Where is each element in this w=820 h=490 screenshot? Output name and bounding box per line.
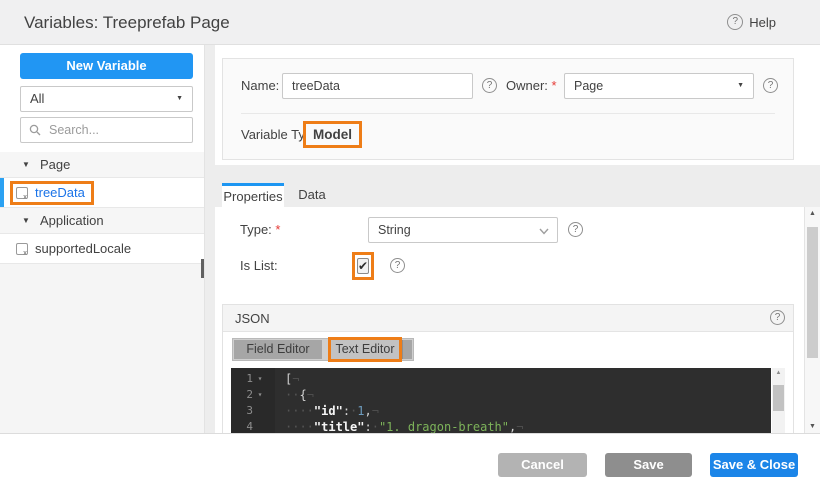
scroll-up-icon[interactable]: ▲ [805, 210, 820, 217]
new-variable-button[interactable]: New Variable [20, 53, 193, 79]
help-link[interactable]: ? Help [727, 14, 776, 30]
filter-selected-value: All [30, 87, 44, 111]
search-placeholder: Search... [49, 118, 99, 142]
variable-filter-select[interactable]: All ▼ [20, 86, 193, 112]
is-list-help-icon[interactable]: ? [390, 258, 405, 273]
sidebar-scrollbar-thumb[interactable] [201, 259, 204, 278]
tree-group-label: Page [40, 152, 70, 178]
tree-item-label: supportedLocale [35, 234, 131, 264]
panel-scrollbar[interactable]: ▲ ▼ [804, 207, 820, 433]
type-help-icon[interactable]: ? [568, 222, 583, 237]
dialog-header: Variables: Treeprefab Page ? Help [0, 0, 820, 45]
collapse-caret-icon: ▼ [22, 208, 30, 234]
save-close-button[interactable]: Save & Close [710, 453, 798, 477]
variable-summary-section: Name: * treeData ? Owner: * Page ▼ ? Var… [215, 45, 820, 165]
owner-selected-value: Page [574, 74, 603, 98]
tree-item-supportedlocale[interactable]: x supportedLocale [0, 234, 204, 264]
name-help-icon[interactable]: ? [482, 78, 497, 93]
annotation-highlight-texteditor: Text Editor [328, 337, 402, 362]
variable-icon: x [16, 187, 28, 199]
divider [241, 113, 775, 114]
variable-detail-panel: Name: * treeData ? Owner: * Page ▼ ? Var… [215, 45, 820, 433]
field-editor-button[interactable]: Field Editor [234, 340, 322, 359]
help-icon: ? [727, 14, 743, 30]
json-code-editor[interactable]: 1▾2▾34 [¬··{¬····"id":·1,¬····"title":·"… [231, 368, 771, 433]
chevron-down-icon: ▼ [176, 87, 183, 111]
tree-item-label: treeData [35, 178, 85, 208]
json-section-title: JSON [235, 305, 270, 332]
tree-item-treedata[interactable]: x treeData [0, 178, 204, 208]
gutter-line: 4 [231, 419, 275, 433]
chevron-down-icon [539, 228, 549, 235]
is-list-label: Is List: [240, 253, 278, 279]
editor-mode-toggle: Field Editor Text Editor [232, 338, 414, 361]
dialog-footer: Cancel Save Save & Close [0, 433, 820, 490]
json-section-header: JSON ? [223, 305, 793, 332]
page-title: Variables: Treeprefab Page [24, 0, 230, 45]
variable-summary-card: Name: * treeData ? Owner: * Page ▼ ? Var… [222, 58, 794, 160]
save-button[interactable]: Save [605, 453, 692, 477]
required-asterisk: * [552, 78, 557, 93]
editor-scrollbar[interactable]: ▲ [772, 368, 785, 433]
panel-scrollbar-thumb[interactable] [807, 227, 818, 358]
name-field[interactable]: treeData [282, 73, 473, 99]
properties-tab-content: Type: * String ? Is List: ✔ ? JSON ? Fie… [215, 207, 820, 433]
tab-data[interactable]: Data [284, 183, 340, 207]
toggle-end-cap [402, 340, 412, 359]
gutter-line: 2▾ [231, 387, 275, 403]
variables-tree: ▼ Page x treeData ▼ Application x suppor… [0, 152, 204, 264]
variables-sidebar: New Variable All ▼ Search... ▼ Page x tr… [0, 45, 205, 433]
name-label: Name: * [241, 73, 288, 99]
json-help-icon[interactable]: ? [770, 310, 785, 325]
code-line: [¬ [285, 371, 771, 387]
type-selected-value: String [378, 218, 411, 242]
code-gutter: 1▾2▾34 [231, 368, 275, 433]
chevron-down-icon: ▼ [737, 74, 744, 98]
variable-icon: x [16, 243, 28, 255]
owner-select[interactable]: Page ▼ [564, 73, 754, 99]
code-line: ··{¬ [285, 387, 771, 403]
type-select[interactable]: String [368, 217, 558, 243]
gutter-line: 3 [231, 403, 275, 419]
code-line: ····"title":·"1. dragon-breath",¬ [285, 419, 771, 433]
tab-bar: Properties Data [215, 165, 820, 207]
gutter-line: 1▾ [231, 371, 275, 387]
required-asterisk: * [275, 222, 280, 237]
is-list-checkbox[interactable]: ✔ [357, 258, 369, 274]
type-label: Type: * [240, 217, 280, 243]
tree-group-page[interactable]: ▼ Page [0, 152, 204, 178]
variable-type-value-annotated: Model [303, 121, 362, 148]
text-editor-button[interactable]: Text Editor [331, 340, 399, 359]
scroll-up-icon[interactable]: ▲ [772, 370, 785, 376]
tree-group-application[interactable]: ▼ Application [0, 208, 204, 234]
name-field-value: treeData [292, 74, 340, 98]
collapse-caret-icon: ▼ [22, 152, 30, 178]
code-lines: [¬··{¬····"id":·1,¬····"title":·"1. drag… [275, 368, 771, 433]
owner-help-icon[interactable]: ? [763, 78, 778, 93]
search-input[interactable]: Search... [20, 117, 193, 143]
search-icon [29, 124, 41, 136]
json-section: JSON ? Field Editor Text Editor 1▾2▾34 [… [222, 304, 794, 433]
sidebar-empty-area [0, 264, 204, 433]
code-line: ····"id":·1,¬ [285, 403, 771, 419]
tree-group-label: Application [40, 208, 104, 234]
scroll-down-icon[interactable]: ▼ [805, 423, 820, 430]
help-label: Help [749, 15, 776, 30]
tab-properties[interactable]: Properties [222, 183, 284, 207]
cancel-button[interactable]: Cancel [498, 453, 587, 477]
owner-label: Owner: * [506, 73, 557, 99]
annotation-highlight-islist: ✔ [352, 252, 374, 280]
editor-scrollbar-thumb[interactable] [773, 385, 784, 411]
selected-indicator-bar [0, 178, 4, 207]
